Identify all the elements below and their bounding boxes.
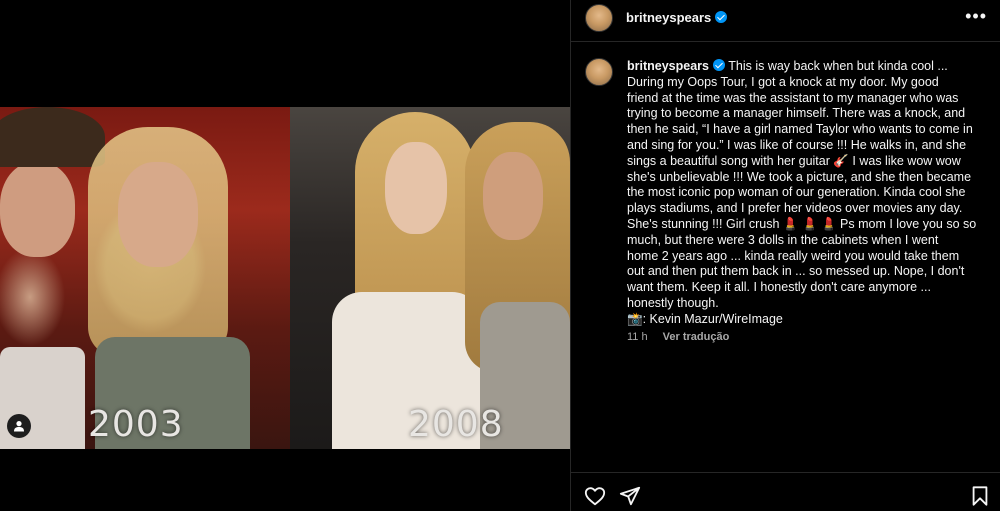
- caption-line: friend at the time was the assistant to …: [627, 90, 959, 105]
- post-sidebar: britneyspears ••• britneyspears This is …: [570, 0, 1000, 511]
- caption-username[interactable]: britneyspears: [627, 59, 709, 73]
- person-left-face: [0, 162, 75, 257]
- caption-line: much, but there were 3 dolls in the cabi…: [627, 232, 939, 247]
- caption-block: britneyspears This is way back when but …: [571, 42, 1000, 472]
- caption-line: home 2 years ago ... kinda really weird …: [627, 248, 960, 263]
- caption-line: During my Oops Tour, I got a knock at my…: [627, 74, 939, 89]
- person-right-face: [483, 152, 543, 240]
- paper-plane-icon[interactable]: [619, 485, 641, 507]
- caption-line: sings a beautiful song with her guitar 🎸…: [627, 153, 961, 168]
- person-right-face: [118, 162, 198, 267]
- year-label-2008: 2008: [408, 404, 504, 445]
- caption-line: want them. Keep it all. I honestly don't…: [627, 280, 931, 295]
- user-tag-icon: [14, 421, 24, 432]
- author-username[interactable]: britneyspears: [626, 10, 728, 25]
- caption-line: out and then put them back in ... so mes…: [627, 264, 965, 279]
- photo-credit: 📸: Kevin Mazur/WireImage: [627, 311, 783, 326]
- heart-icon[interactable]: [584, 485, 606, 507]
- person-left-face: [385, 142, 447, 234]
- bookmark-icon[interactable]: [969, 485, 991, 507]
- post-header: britneyspears •••: [571, 0, 1000, 42]
- hat: [0, 107, 105, 167]
- caption-line: then he said, “I have a girl named Taylo…: [627, 122, 973, 137]
- photo-2003: 2003: [0, 107, 290, 449]
- caption-avatar[interactable]: [585, 58, 613, 86]
- caption-line: honestly though.: [627, 295, 719, 310]
- verified-badge-icon: [715, 11, 728, 23]
- more-options-icon[interactable]: •••: [965, 7, 987, 25]
- caption-line: the most iconic pop woman of our generat…: [627, 185, 966, 200]
- caption-line: plays stadiums, and I prefer her videos …: [627, 201, 963, 216]
- author-username-text[interactable]: britneyspears: [626, 10, 711, 25]
- caption-line: trying to become a manager himself. Ther…: [627, 106, 966, 121]
- caption-line: and sing for you.” I was like of course …: [627, 137, 967, 152]
- caption-meta: 11 h Ver tradução: [627, 331, 729, 343]
- caption-line: This is way back when but kinda cool ...: [728, 59, 948, 73]
- timestamp[interactable]: 11 h: [627, 331, 648, 343]
- action-bar: [571, 472, 1000, 511]
- verified-badge-icon: [712, 59, 725, 71]
- avatar[interactable]: [585, 4, 613, 32]
- see-translation-link[interactable]: Ver tradução: [663, 331, 730, 343]
- photo-2008: 2008: [290, 107, 570, 449]
- caption-line: she's unbelievable !!! We took a picture…: [627, 169, 972, 184]
- caption-line: She's stunning !!! Girl crush 💄 💄 💄 Ps m…: [627, 216, 977, 231]
- caption: britneyspears This is way back when but …: [627, 59, 987, 328]
- post-media[interactable]: 2003 2008: [0, 0, 570, 511]
- tag-user-button[interactable]: [7, 414, 31, 438]
- year-label-2003: 2003: [88, 404, 184, 445]
